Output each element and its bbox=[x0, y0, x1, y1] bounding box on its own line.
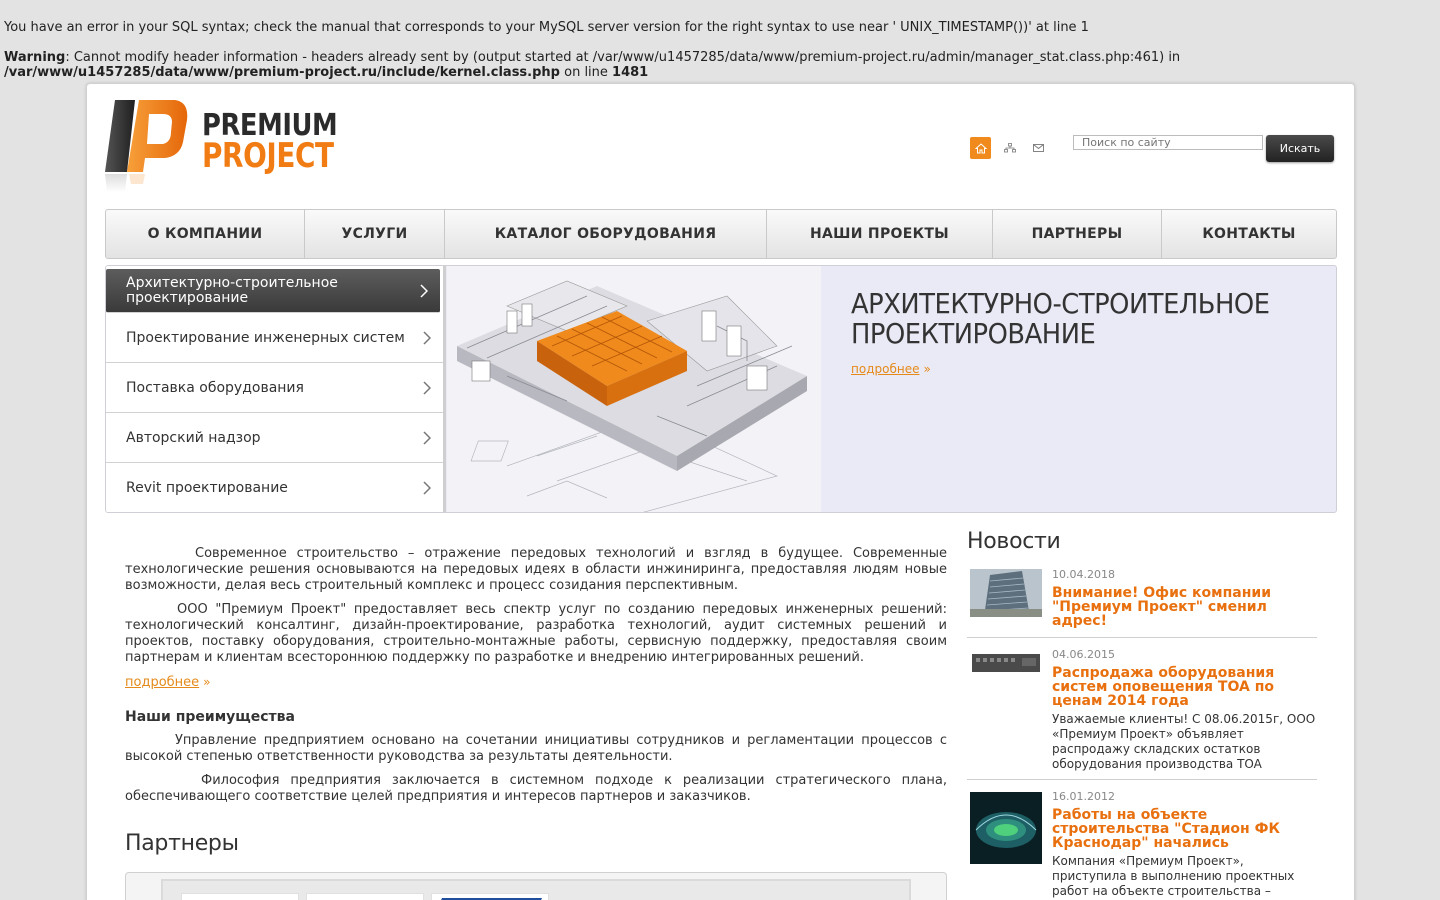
warning-file: /var/www/u1457285/data/www/premium-proje… bbox=[4, 65, 560, 80]
content-paragraph: Философия предприятия заключается в сист… bbox=[125, 773, 947, 804]
news-title-link[interactable]: Внимание! Офис компании "Премиум Проект"… bbox=[1052, 586, 1317, 628]
news-date: 10.04.2018 bbox=[1052, 568, 1115, 581]
sitemap-icon[interactable] bbox=[999, 137, 1020, 159]
partners-logos bbox=[161, 879, 911, 900]
nav-item-about[interactable]: О КОМПАНИИ bbox=[106, 210, 305, 258]
search-input[interactable] bbox=[1073, 135, 1263, 150]
header-icons bbox=[970, 137, 1049, 159]
warning-text: : Cannot modify header information - hea… bbox=[65, 50, 1181, 65]
nav-item-services[interactable]: УСЛУГИ bbox=[305, 210, 445, 258]
logo-text-project: PROJECT bbox=[202, 136, 334, 176]
news-title-link[interactable]: Работы на объекте строительства "Стадион… bbox=[1052, 808, 1317, 850]
slide-image bbox=[447, 266, 821, 512]
warning-line: 1481 bbox=[612, 65, 649, 80]
services-menu-item-label: Авторский надзор bbox=[126, 429, 261, 446]
nav-item-catalog[interactable]: КАТАЛОГ ОБОРУДОВАНИЯ bbox=[445, 210, 767, 258]
advantages-heading: Наши преимущества bbox=[125, 709, 295, 725]
partners-carousel bbox=[125, 872, 947, 900]
services-menu-item-engineering[interactable]: Проектирование инженерных систем bbox=[106, 313, 443, 363]
services-menu: Архитектурно-строительное проектирование… bbox=[106, 266, 446, 512]
news-heading: Новости bbox=[967, 529, 1061, 554]
news-text: Уважаемые клиенты! С 08.06.2015г, ООО «П… bbox=[1052, 712, 1316, 771]
logo-mark-icon bbox=[105, 100, 188, 192]
raquo: » bbox=[923, 362, 931, 376]
services-menu-item-revit[interactable]: Revit проектирование bbox=[106, 463, 443, 512]
content-more: подробнее » bbox=[125, 674, 947, 691]
chevron-right-icon bbox=[423, 380, 431, 395]
warning-label: Warning bbox=[4, 50, 66, 65]
news-thumbnail[interactable] bbox=[970, 650, 1042, 678]
content-paragraph: Современное строительство – отражение пе… bbox=[125, 546, 947, 593]
news-thumbnail[interactable] bbox=[970, 569, 1042, 617]
news-date: 04.06.2015 bbox=[1052, 648, 1115, 661]
partners-heading: Партнеры bbox=[125, 831, 239, 856]
warning-online: on line bbox=[559, 65, 613, 80]
sql-error-message: You have an error in your SQL syntax; ch… bbox=[4, 20, 1089, 35]
mail-icon[interactable] bbox=[1028, 137, 1049, 159]
raquo: » bbox=[203, 675, 211, 689]
news-list: 10.04.2018 Внимание! Офис компании "Прем… bbox=[967, 568, 1317, 900]
news-title-link[interactable]: Распродажа оборудования систем оповещени… bbox=[1052, 666, 1317, 708]
chevron-right-icon bbox=[423, 330, 431, 345]
news-date: 16.01.2012 bbox=[1052, 790, 1115, 803]
php-warning-message: Warning: Cannot modify header informatio… bbox=[4, 50, 1424, 80]
site-logo[interactable]: PREMIUM PROJECT bbox=[105, 100, 345, 196]
nav-item-projects[interactable]: НАШИ ПРОЕКТЫ bbox=[767, 210, 993, 258]
services-menu-item-label: Поставка оборудования bbox=[126, 379, 304, 396]
news-text: Компания «Премиум Проект», приступила в … bbox=[1052, 854, 1295, 898]
slide-title: АРХИТЕКТУРНО-СТРОИТЕЛЬНОЕ ПРОЕКТИРОВАНИЕ bbox=[851, 287, 1270, 350]
services-menu-item-label: Проектирование инженерных систем bbox=[126, 329, 405, 346]
services-menu-item-equipment[interactable]: Поставка оборудования bbox=[106, 363, 443, 413]
page-container: PREMIUM PROJECT Искать О КОМПАНИИ УСЛУГИ… bbox=[86, 83, 1355, 900]
chevron-right-icon bbox=[423, 480, 431, 495]
slide-more: подробнее » bbox=[851, 362, 931, 376]
partner-logo[interactable] bbox=[431, 893, 549, 900]
news-item: 10.04.2018 Внимание! Офис компании "Прем… bbox=[967, 568, 1317, 638]
content-more-link[interactable]: подробнее bbox=[125, 675, 199, 690]
main-content: Современное строительство – отражение пе… bbox=[125, 546, 947, 813]
services-menu-item-label: Архитектурно-строительное проектирование bbox=[126, 274, 338, 306]
content-paragraph: ООО "Премиум Проект" предоставляет весь … bbox=[125, 602, 947, 665]
partner-logo[interactable] bbox=[306, 893, 424, 900]
news-thumbnail[interactable] bbox=[970, 792, 1042, 864]
partner-logo[interactable] bbox=[181, 893, 299, 900]
news-item: 04.06.2015 Распродажа оборудования систе… bbox=[967, 638, 1317, 780]
main-nav: О КОМПАНИИ УСЛУГИ КАТАЛОГ ОБОРУДОВАНИЯ Н… bbox=[105, 209, 1337, 259]
nav-item-partners[interactable]: ПАРТНЕРЫ bbox=[993, 210, 1162, 258]
services-menu-item-label: Revit проектирование bbox=[126, 479, 288, 496]
services-menu-item-supervision[interactable]: Авторский надзор bbox=[106, 413, 443, 463]
services-menu-item-architecture[interactable]: Архитектурно-строительное проектирование bbox=[106, 269, 440, 313]
services-slider: Архитектурно-строительное проектирование… bbox=[105, 265, 1337, 513]
content-paragraph: Управление предприятием основано на соче… bbox=[125, 733, 947, 764]
nav-item-contacts[interactable]: КОНТАКТЫ bbox=[1162, 210, 1336, 258]
search-button[interactable]: Искать bbox=[1266, 135, 1334, 162]
news-item: 16.01.2012 Работы на объекте строительст… bbox=[967, 780, 1317, 900]
home-icon[interactable] bbox=[970, 137, 991, 159]
chevron-right-icon bbox=[420, 283, 428, 298]
chevron-right-icon bbox=[423, 430, 431, 445]
slide-more-link[interactable]: подробнее bbox=[851, 362, 919, 376]
